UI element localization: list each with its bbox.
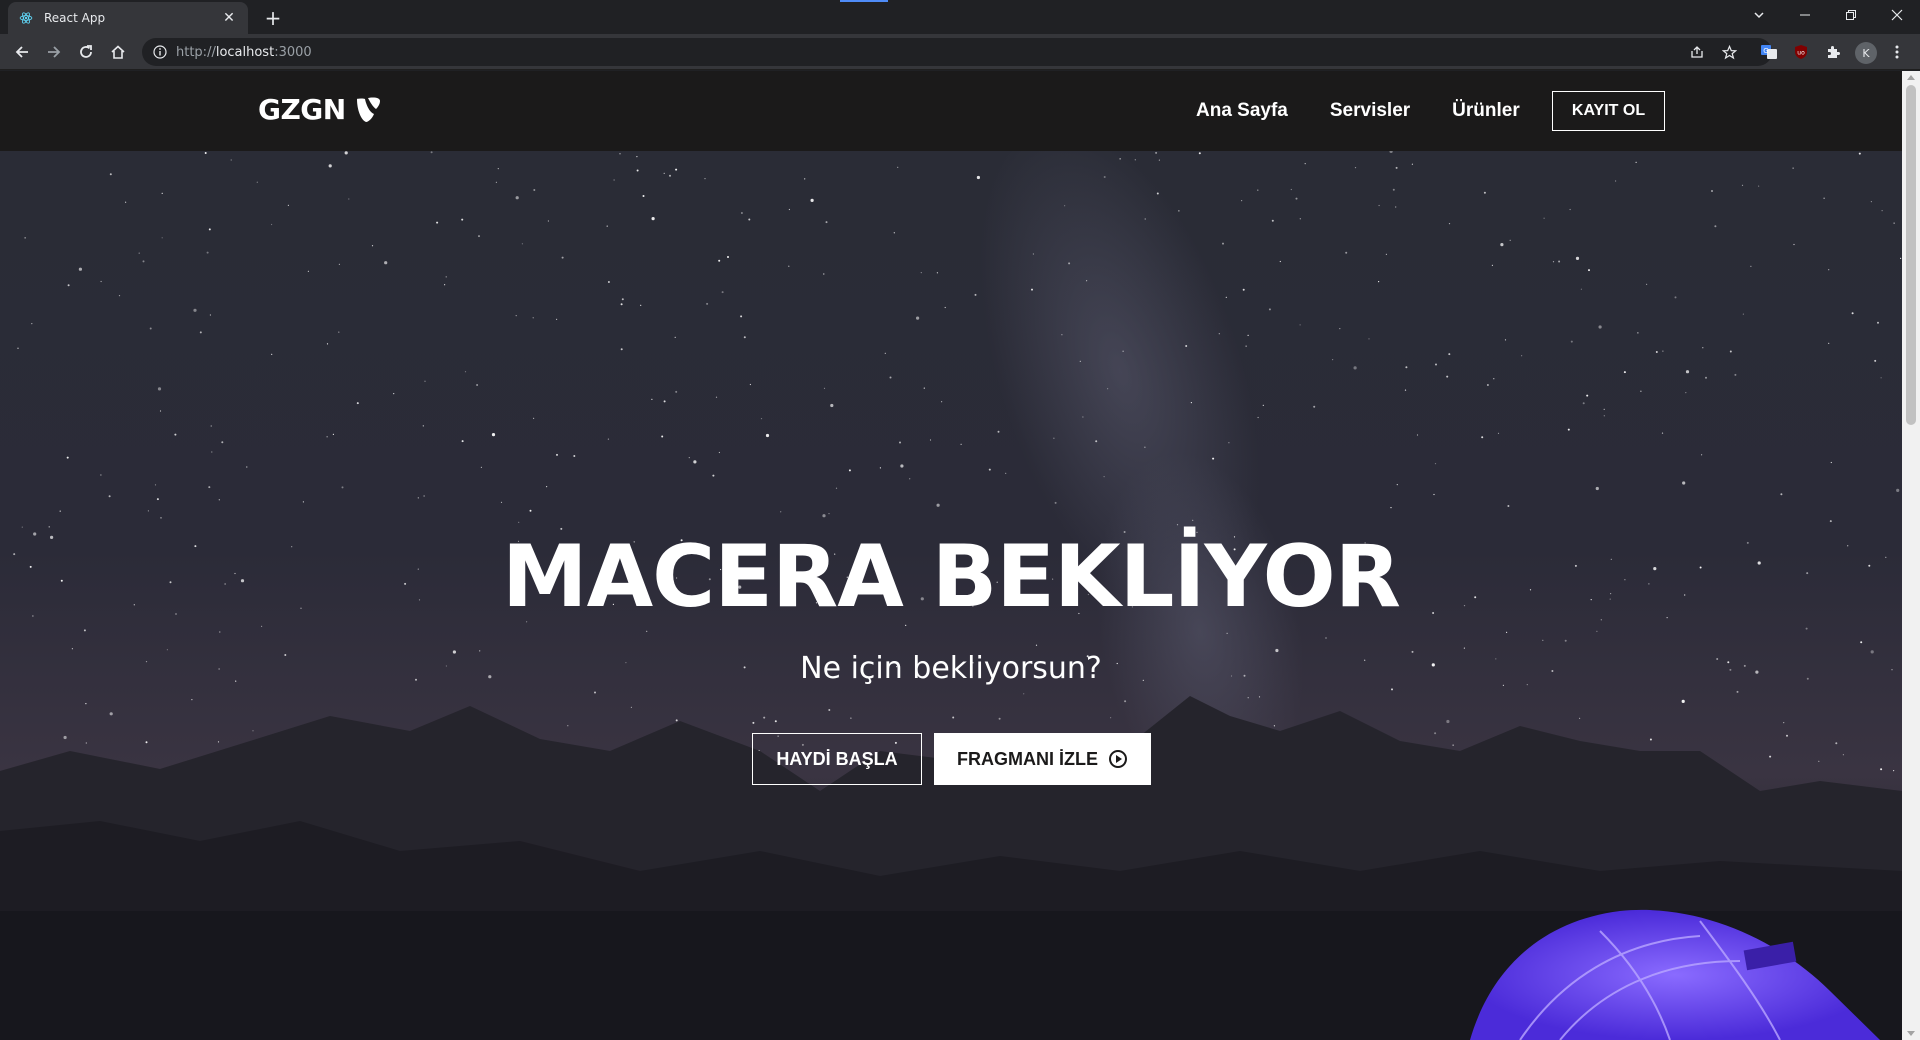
- tab-title: React App: [44, 11, 106, 25]
- svg-text:uo: uo: [1797, 50, 1805, 57]
- info-icon[interactable]: [152, 44, 168, 60]
- site-navbar: GZGN Ana Sayfa Servisler Ürünler KAYIT O…: [0, 71, 1902, 151]
- logo-text: GZGN: [258, 93, 346, 126]
- tab-search-icon[interactable]: [1736, 0, 1782, 30]
- watch-trailer-button[interactable]: FRAGMANI İZLE: [934, 733, 1151, 785]
- page-scrollbar[interactable]: [1902, 71, 1920, 1040]
- extensions-icon[interactable]: [1823, 42, 1843, 62]
- nav-links: Ana Sayfa Servisler Ürünler: [1196, 71, 1520, 151]
- watch-trailer-label: FRAGMANI İZLE: [957, 748, 1098, 769]
- browser-toolbar: http://localhost:3000 G uo K: [0, 34, 1920, 70]
- home-icon[interactable]: [104, 38, 132, 66]
- browser-tab[interactable]: React App ✕: [8, 2, 248, 34]
- hero-subtitle: Ne için bekliyorsun?: [800, 651, 1102, 686]
- reload-icon[interactable]: [72, 38, 100, 66]
- back-icon[interactable]: [8, 38, 36, 66]
- scroll-down-arrow[interactable]: [1907, 1031, 1915, 1036]
- get-started-button[interactable]: HAYDİ BAŞLA: [752, 733, 922, 785]
- new-tab-button[interactable]: +: [260, 6, 286, 30]
- site-logo[interactable]: GZGN: [258, 93, 382, 126]
- nav-link-products[interactable]: Ürünler: [1452, 100, 1520, 122]
- nav-link-services[interactable]: Servisler: [1330, 100, 1410, 122]
- close-tab-icon[interactable]: ✕: [220, 9, 238, 27]
- close-window-icon[interactable]: [1874, 0, 1920, 30]
- signup-button[interactable]: KAYIT OL: [1552, 91, 1665, 131]
- typo3-icon: [354, 96, 382, 124]
- menu-icon[interactable]: [1887, 42, 1907, 62]
- loading-indicator: [840, 0, 888, 2]
- browser-tab-strip: React App ✕ +: [0, 0, 1920, 34]
- forward-icon[interactable]: [40, 38, 68, 66]
- star-icon[interactable]: [1717, 40, 1741, 64]
- scrollbar-thumb[interactable]: [1906, 85, 1916, 425]
- react-icon: [18, 10, 34, 26]
- url-text: http://localhost:3000: [176, 44, 312, 60]
- scroll-up-arrow[interactable]: [1907, 75, 1915, 80]
- play-circle-icon: [1108, 749, 1128, 769]
- hero-section: MACERA BEKLİYOR Ne için bekliyorsun? HAY…: [0, 151, 1902, 1040]
- minimize-icon[interactable]: [1782, 0, 1828, 30]
- translate-icon[interactable]: G: [1759, 42, 1779, 62]
- hero-title: MACERA BEKLİYOR: [502, 527, 1401, 627]
- address-bar[interactable]: http://localhost:3000: [142, 38, 1772, 66]
- ublock-icon[interactable]: uo: [1791, 42, 1811, 62]
- svg-text:G: G: [1763, 47, 1768, 55]
- share-icon[interactable]: [1685, 40, 1709, 64]
- hero-buttons: HAYDİ BAŞLA FRAGMANI İZLE: [752, 733, 1151, 785]
- restore-icon[interactable]: [1828, 0, 1874, 30]
- page-viewport: GZGN Ana Sayfa Servisler Ürünler KAYIT O…: [0, 71, 1902, 1040]
- nav-link-home[interactable]: Ana Sayfa: [1196, 100, 1288, 122]
- profile-avatar[interactable]: K: [1855, 42, 1877, 64]
